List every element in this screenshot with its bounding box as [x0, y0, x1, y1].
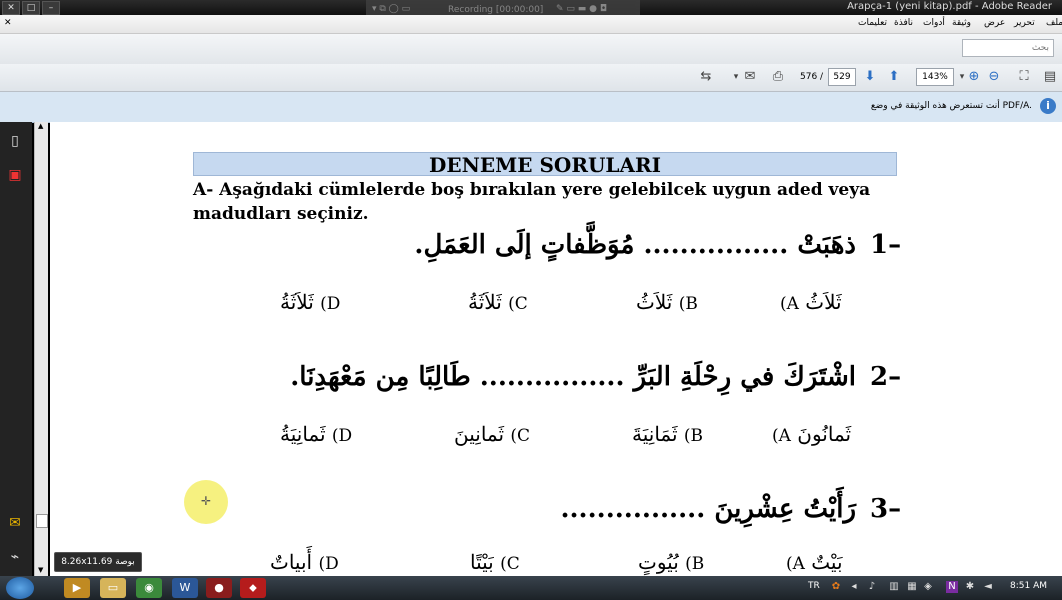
page-heading: DENEME SORULARI	[429, 153, 661, 177]
pdfa-message: أنت تستعرض هذه الوثيقة في وضع PDF/A.	[870, 101, 1032, 111]
question-text: اشْتَرَكَ في رِحْلَةِ البَرِّ ..........…	[290, 362, 856, 392]
menu-help[interactable]: تعليمات	[858, 18, 887, 28]
language-indicator[interactable]: TR	[808, 581, 820, 591]
document-message-bar: أنت تستعرض هذه الوثيقة في وضع PDF/A. i	[0, 92, 1062, 123]
next-page-icon[interactable]: ⬇	[860, 68, 880, 86]
option-c[interactable]: ثَلاَثَةُ (C	[468, 290, 528, 314]
info-icon: i	[1040, 98, 1056, 114]
print-icon[interactable]: ⎙	[768, 68, 788, 86]
navigation-pane: ▯ ▣ ✉ ⌁	[0, 122, 32, 576]
option-a[interactable]: (A بَيْتٌ	[786, 550, 843, 574]
page-size-indicator: 8.26x11.69 بوصة	[54, 552, 142, 572]
onenote-icon[interactable]: N	[946, 581, 958, 593]
menu-bar: ✕ ملف تحرير عرض وثيقة أدوات نافذة تعليما…	[0, 15, 1062, 34]
tray-arrow-icon[interactable]: ◂	[848, 581, 860, 593]
pdf-attachments-icon[interactable]: ▣	[6, 166, 24, 184]
network-icon[interactable]: ▦	[906, 581, 918, 593]
comments-icon[interactable]: ✉	[6, 514, 24, 532]
previous-page-icon[interactable]: ⬆	[884, 68, 904, 86]
option-b[interactable]: بُيُوتٍ (B	[638, 550, 704, 574]
collaborate-icon[interactable]: ⇆	[696, 68, 716, 86]
search-input[interactable]	[962, 39, 1054, 57]
scroll-thumb[interactable]	[36, 514, 48, 528]
crosshair-cursor-icon: ✛	[200, 494, 212, 508]
recorder-controls-icon[interactable]: ✎ ▭ ▬ ● ◘	[556, 4, 607, 14]
recorder-taskbar-icon[interactable]: ●	[206, 578, 232, 598]
instruction-text: A- Aşağıdaki cümlelerde boş bırakılan ye…	[193, 180, 871, 224]
email-icon[interactable]: ✉	[740, 68, 760, 86]
scroll-down-icon[interactable]: ▼	[38, 566, 43, 574]
maximize-window-button[interactable]: □	[22, 1, 40, 15]
volume-icon[interactable]: ♪	[866, 581, 878, 593]
current-page: 576	[800, 72, 818, 82]
adobe-reader-taskbar-icon[interactable]: ⬥	[240, 578, 266, 598]
speaker-icon[interactable]: ◄	[982, 581, 994, 593]
question-number: 2–	[870, 362, 902, 392]
search-toolbar	[0, 34, 1062, 65]
menu-file[interactable]: ملف	[1046, 18, 1062, 28]
close-document-icon[interactable]: ✕	[4, 18, 12, 28]
question-number: 3–	[870, 494, 902, 524]
option-a[interactable]: (A ثَمانُونَ	[772, 422, 851, 446]
start-button[interactable]	[6, 577, 34, 599]
option-c[interactable]: بَيْتًا (C	[470, 550, 520, 574]
media-player-taskbar-icon[interactable]: ▶	[64, 578, 90, 598]
security-icon[interactable]: ◈	[922, 581, 934, 593]
option-b[interactable]: ثَمَانِيَةَ (B	[632, 422, 703, 446]
question-text: رَأَيْتُ عِشْرِينَ ................	[560, 494, 856, 524]
page-separator: /	[820, 72, 824, 82]
option-d[interactable]: أَبياتٌ (D	[270, 550, 339, 574]
scroll-up-icon[interactable]: ▲	[38, 122, 43, 130]
attachments-icon[interactable]: ⌁	[6, 548, 24, 566]
option-b[interactable]: ثَلاَثُ (B	[636, 290, 698, 314]
word-taskbar-icon[interactable]: W	[172, 578, 198, 598]
recorder-menu-icon[interactable]: ▾ ⧉ ◯ ▭	[372, 4, 410, 14]
fit-width-icon[interactable]: ▤	[1040, 68, 1060, 86]
pages-panel-icon[interactable]: ▯	[6, 132, 24, 150]
explorer-taskbar-icon[interactable]: ▭	[100, 578, 126, 598]
menu-window[interactable]: نافذة	[894, 18, 913, 28]
close-window-button[interactable]: ✕	[2, 1, 20, 15]
vertical-scrollbar[interactable]: ▲ ▼	[34, 122, 48, 576]
zoom-field[interactable]: 143%	[916, 68, 954, 86]
menu-edit[interactable]: تحرير	[1014, 18, 1035, 28]
question-number: 1–	[870, 230, 902, 260]
bluetooth-icon[interactable]: ✱	[964, 581, 976, 593]
minimize-window-button[interactable]: –	[42, 1, 60, 15]
option-d[interactable]: ثَلاَثَةُ (D	[280, 290, 340, 314]
tray-app-icon[interactable]: ✿	[830, 581, 842, 593]
recording-label: Recording [00:00:00]	[448, 5, 544, 15]
window-title: Arapça-1 (yeni kitap).pdf - Adobe Reader	[847, 1, 1052, 12]
menu-view[interactable]: عرض	[984, 18, 1005, 28]
clock[interactable]: 8:51 AM	[1010, 581, 1047, 591]
windows-taskbar: ▶ ▭ ◉ W ● ⬥ TR ✿ ◂ ♪ ▥ ▦ ◈ N ✱ ◄ 8:51 AM	[0, 576, 1062, 600]
menu-document[interactable]: وثيقة	[952, 18, 971, 28]
main-toolbar: ⇆ ▾ ✉ ⎙ 576 / 529 ⬇ ⬆ 143% ▾ ⊕ ⊖ ⛶ ▤	[0, 64, 1062, 92]
option-a[interactable]: (A ثَلاَثُ	[780, 290, 842, 314]
fit-page-icon[interactable]: ⛶	[1014, 68, 1034, 86]
keyboard-icon[interactable]: ▥	[888, 581, 900, 593]
page-number-field[interactable]: 529	[828, 68, 856, 86]
question-text: ذهَبَتْ ................ مُوَظَّفاتٍ إلَ…	[414, 230, 856, 260]
chrome-taskbar-icon[interactable]: ◉	[136, 578, 162, 598]
zoom-out-icon[interactable]: ⊖	[984, 68, 1004, 86]
option-d[interactable]: ثَمانِيَةُ (D	[280, 422, 352, 446]
menu-tools[interactable]: أدوات	[923, 18, 945, 28]
option-c[interactable]: ثَمانِينَ (C	[454, 422, 530, 446]
zoom-in-icon[interactable]: ⊕	[964, 68, 984, 86]
